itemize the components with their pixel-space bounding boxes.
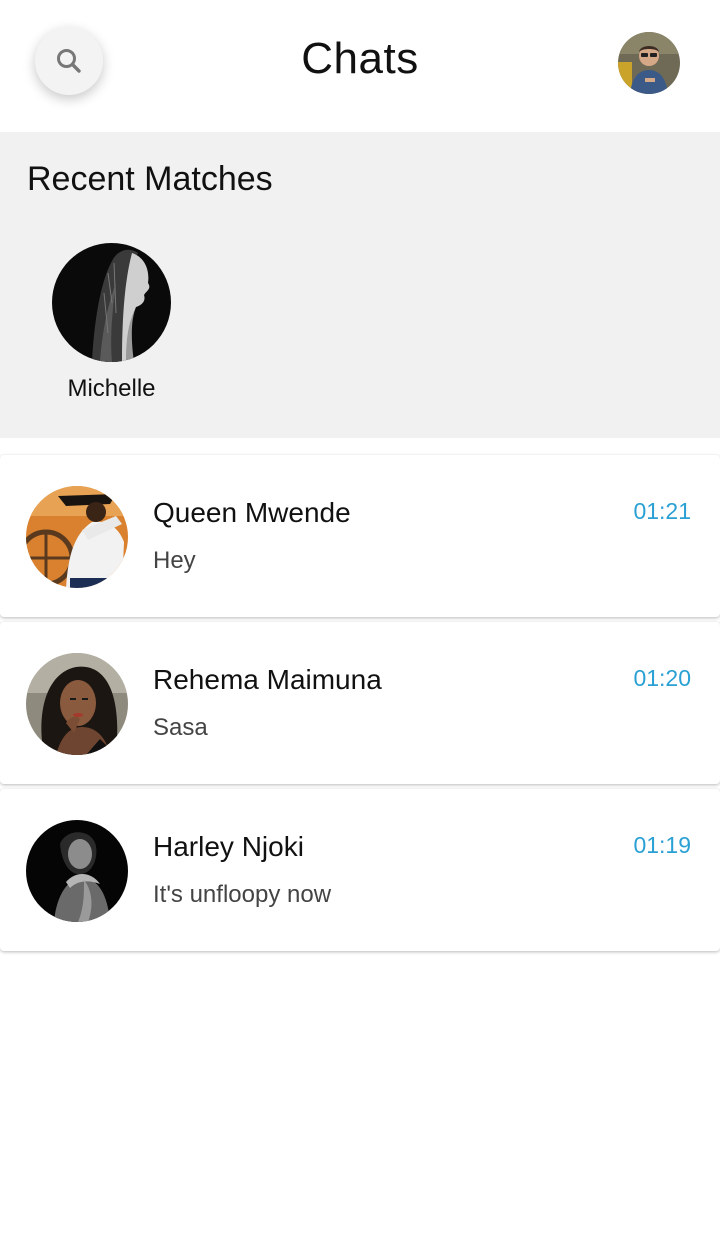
chat-time: 01:19 [633,832,691,858]
chat-name: Queen Mwende [153,497,351,528]
chat-item[interactable]: Rehema Maimuna Sasa 01:20 [0,622,720,784]
chats-screen: Chats Recent Matches Michelle Queen Mwen… [0,0,720,1246]
chat-name: Harley Njoki [153,831,304,862]
match-name: Michelle [67,375,156,402]
recent-matches-section: Recent Matches Michelle [0,132,720,438]
chat-name: Rehema Maimuna [153,664,382,695]
recent-matches-title: Recent Matches [27,160,273,198]
chat-last-message: It's unfloopy now [153,881,332,908]
chat-time: 01:20 [633,665,691,691]
chat-item[interactable]: Harley Njoki It's unfloopy now 01:19 [0,789,720,951]
match-avatar [52,243,171,362]
chat-item[interactable]: Queen Mwende Hey 01:21 [0,455,720,617]
chat-time: 01:21 [633,498,691,524]
match-item[interactable]: Michelle [52,243,171,402]
header: Chats [0,0,720,132]
chat-avatar [26,653,128,755]
chat-list: Queen Mwende Hey 01:21 Rehema Maimuna Sa… [0,455,720,956]
profile-avatar[interactable] [618,32,680,94]
chat-last-message: Hey [153,547,196,574]
page-title: Chats [301,34,419,83]
chat-last-message: Sasa [153,714,208,741]
chat-avatar [26,486,128,588]
chat-avatar [26,820,128,922]
